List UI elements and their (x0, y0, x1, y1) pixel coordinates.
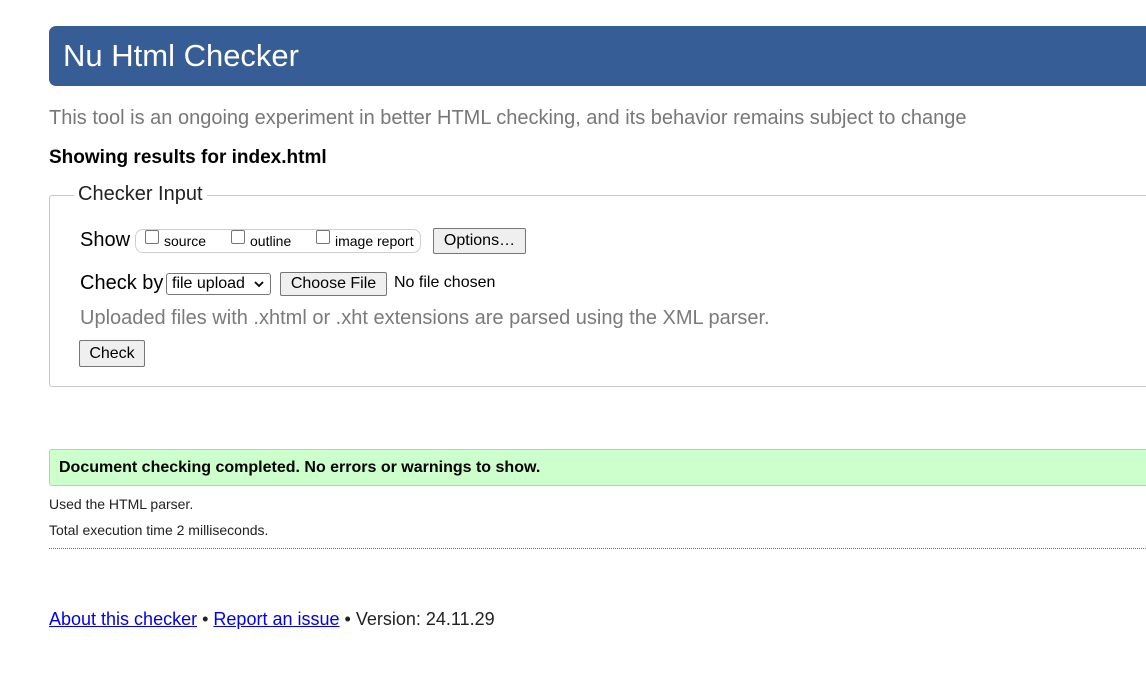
check-button[interactable]: Check (79, 340, 145, 367)
check-by-selected-value: file upload (172, 275, 245, 292)
show-label: Show (80, 229, 131, 251)
about-checker-link[interactable]: About this checker (49, 609, 197, 629)
success-message: Document checking completed. No errors o… (49, 449, 1146, 486)
check-by-select[interactable]: file upload (166, 273, 271, 295)
image-report-checkbox-label[interactable]: image report (335, 233, 414, 249)
check-by-label: Check by (80, 272, 164, 294)
checker-input-legend: Checker Input (74, 183, 207, 206)
footer-separator-1: • (202, 609, 209, 629)
outline-checkbox[interactable] (231, 230, 245, 244)
choose-file-button[interactable]: Choose File (280, 272, 387, 296)
options-button[interactable]: Options… (433, 228, 526, 254)
parser-info: Used the HTML parser. (49, 496, 194, 512)
show-options-group: source outline image report (135, 229, 421, 253)
footer-separator-2: • (344, 609, 351, 629)
report-issue-link[interactable]: Report an issue (213, 609, 339, 629)
source-checkbox-label[interactable]: source (164, 233, 206, 249)
results-divider (49, 548, 1146, 549)
outline-checkbox-label[interactable]: outline (250, 233, 291, 249)
page-title: Nu Html Checker (63, 38, 299, 73)
tagline: This tool is an ongoing experiment in be… (49, 107, 967, 129)
image-report-checkbox[interactable] (316, 230, 330, 244)
chevron-down-icon (254, 281, 264, 288)
page-header: Nu Html Checker (49, 26, 1146, 86)
page: Nu Html Checker This tool is an ongoing … (0, 0, 1146, 684)
execution-time: Total execution time 2 milliseconds. (49, 522, 269, 538)
source-checkbox[interactable] (145, 230, 159, 244)
showing-results-heading: Showing results for index.html (49, 147, 327, 168)
xml-parser-hint: Uploaded files with .xhtml or .xht exten… (80, 307, 770, 329)
no-file-chosen-text: No file chosen (394, 274, 496, 291)
version-text: Version: 24.11.29 (355, 609, 495, 629)
footer: About this checker • Report an issue • V… (49, 609, 495, 630)
